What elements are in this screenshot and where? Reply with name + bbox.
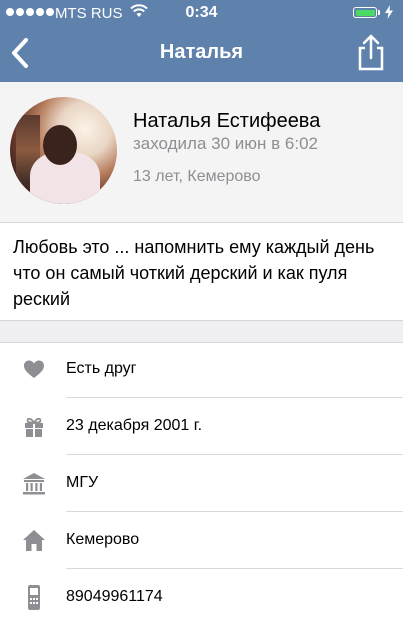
phone-icon xyxy=(28,585,40,610)
avatar[interactable] xyxy=(10,97,117,204)
info-row-phone[interactable]: 89049961174 xyxy=(0,569,403,626)
age-city: 13 лет, Кемерово xyxy=(133,168,261,185)
relationship-label: Есть друг xyxy=(66,360,137,377)
info-row-relationship: Есть друг xyxy=(0,341,403,398)
page-title: Наталья xyxy=(159,41,244,63)
status-time: 0:34 xyxy=(185,4,218,21)
birthday-label: 23 декабря 2001 г. xyxy=(66,417,203,434)
header: MTS RUS 0:34 Наталья xyxy=(0,0,403,82)
phone-label[interactable]: 89049961174 xyxy=(66,588,163,606)
status-text: Любовь это ... напомнить ему каждый день… xyxy=(13,237,375,309)
city-label: Кемерово xyxy=(66,531,140,548)
home-icon xyxy=(23,530,45,551)
battery-icon xyxy=(353,7,377,18)
profile-name: Наталья Естифеева xyxy=(133,110,321,132)
share-button[interactable] xyxy=(356,32,386,72)
status-bar: MTS RUS 0:34 xyxy=(0,0,403,26)
info-row-birthday: 23 декабря 2001 г. xyxy=(0,398,403,455)
heart-icon xyxy=(24,360,44,378)
charging-icon xyxy=(385,5,393,19)
last-seen: заходила 30 июн в 6:02 xyxy=(133,134,318,153)
gift-icon xyxy=(25,417,43,437)
info-row-city: Кемерово xyxy=(0,512,403,569)
info-row-university: МГУ xyxy=(0,455,403,512)
section-divider xyxy=(0,320,403,343)
university-icon xyxy=(23,473,45,495)
university-label: МГУ xyxy=(66,474,99,491)
